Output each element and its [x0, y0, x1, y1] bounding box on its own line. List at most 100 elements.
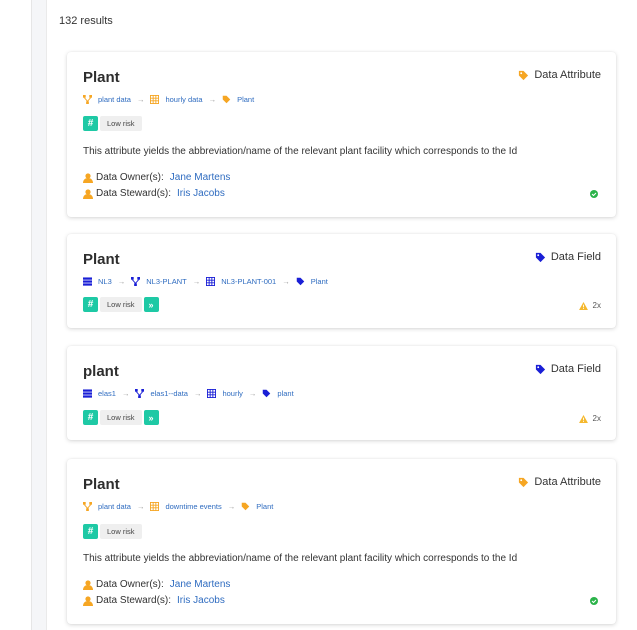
breadcrumb-item[interactable]: NL3-PLANT — [146, 277, 186, 286]
tag-icon — [296, 277, 304, 286]
check-circle-icon — [590, 190, 598, 198]
card-description: This attribute yields the abbreviation/n… — [83, 553, 518, 564]
breadcrumb-item[interactable]: downtime events — [165, 502, 221, 511]
data-owner: Data Owner(s): Jane Martens — [83, 172, 230, 183]
user-icon — [83, 172, 93, 183]
arrow-right-icon: → — [192, 277, 201, 286]
result-card[interactable]: plant Data Field elas1 → elas1--data → h… — [67, 346, 616, 440]
asset-type-label: Data Field — [550, 251, 601, 263]
breadcrumb-item[interactable]: hourly — [222, 389, 242, 398]
arrow-right-icon: → — [136, 502, 145, 511]
schema-icon — [83, 502, 92, 511]
tag-list: # Low risk — [83, 116, 142, 131]
card-title[interactable]: Plant — [83, 251, 120, 268]
breadcrumb-item[interactable]: plant data — [98, 502, 131, 511]
card-title[interactable]: Plant — [83, 69, 120, 86]
steward-label: Data Steward(s): — [96, 595, 172, 606]
data-steward: Data Steward(s): Iris Jacobs — [83, 595, 225, 606]
breadcrumb-item[interactable]: hourly data — [165, 95, 202, 104]
hash-icon: # — [83, 116, 98, 131]
schema-icon — [83, 95, 92, 104]
asset-type-label: Data Attribute — [534, 476, 601, 488]
asset-type: Data Attribute — [518, 476, 601, 488]
breadcrumb-item[interactable]: elas1--data — [150, 389, 188, 398]
warning-indicator[interactable]: 2x — [578, 301, 601, 310]
owner-link[interactable]: Jane Martens — [170, 579, 231, 590]
table-icon — [150, 502, 160, 511]
card-title[interactable]: plant — [83, 363, 119, 380]
asset-type-label: Data Field — [550, 363, 601, 375]
arrow-right-icon: → — [282, 277, 290, 286]
table-icon — [207, 389, 217, 398]
asset-type-label: Data Attribute — [534, 69, 601, 81]
steward-label: Data Steward(s): — [96, 188, 172, 199]
card-description: This attribute yields the abbreviation/n… — [83, 146, 518, 157]
table-icon — [150, 95, 160, 104]
asset-type: Data Field — [535, 251, 601, 263]
hash-icon: # — [83, 524, 98, 539]
arrow-right-icon: → — [193, 389, 202, 398]
tag-icon — [241, 502, 250, 511]
breadcrumb-item[interactable]: Plant — [237, 95, 254, 104]
risk-badge: Low risk — [100, 524, 142, 539]
warning-icon — [578, 301, 588, 310]
risk-badge: Low risk — [100, 410, 142, 425]
steward-link[interactable]: Iris Jacobs — [177, 188, 225, 199]
arrow-right-icon: → — [136, 95, 145, 104]
table-icon — [206, 277, 216, 286]
data-owner: Data Owner(s): Jane Martens — [83, 579, 230, 590]
asset-type: Data Field — [535, 363, 601, 375]
tag-icon — [535, 252, 545, 262]
tag-list: # Low risk » — [83, 297, 159, 312]
more-tags-button[interactable]: » — [143, 297, 159, 312]
breadcrumb: elas1 → elas1--data → hourly → plant — [83, 389, 294, 398]
breadcrumb: plant data → hourly data → Plant — [83, 95, 254, 104]
result-card[interactable]: Plant Data Attribute plant data → downti… — [67, 459, 616, 624]
owner-link[interactable]: Jane Martens — [170, 172, 231, 183]
check-circle-icon — [590, 597, 598, 605]
result-card[interactable]: Plant Data Field NL3 → NL3-PLANT → NL3-P… — [67, 234, 616, 328]
warning-count: 2x — [592, 301, 601, 310]
breadcrumb-item[interactable]: plant data — [98, 95, 131, 104]
steward-link[interactable]: Iris Jacobs — [177, 595, 225, 606]
result-card[interactable]: Plant Data Attribute plant data → hourly… — [67, 52, 616, 217]
warning-indicator[interactable]: 2x — [578, 414, 601, 423]
warning-count: 2x — [592, 414, 601, 423]
hash-icon: # — [83, 297, 98, 312]
breadcrumb-item[interactable]: elas1 — [98, 389, 116, 398]
breadcrumb-item[interactable]: Plant — [256, 502, 273, 511]
tag-icon — [535, 364, 545, 374]
breadcrumb-item[interactable]: plant — [277, 389, 293, 398]
more-tags-button[interactable]: » — [143, 410, 159, 425]
card-title[interactable]: Plant — [83, 476, 120, 493]
risk-badge: Low risk — [100, 297, 142, 312]
arrow-right-icon: → — [121, 389, 130, 398]
database-icon — [83, 389, 92, 398]
hash-icon: # — [83, 410, 98, 425]
risk-badge: Low risk — [100, 116, 142, 131]
user-icon — [83, 579, 93, 590]
arrow-right-icon: → — [208, 95, 217, 104]
database-icon — [83, 277, 92, 286]
arrow-right-icon: → — [227, 502, 236, 511]
arrow-right-icon: → — [248, 389, 257, 398]
owner-label: Data Owner(s): — [96, 579, 164, 590]
data-steward: Data Steward(s): Iris Jacobs — [83, 188, 225, 199]
breadcrumb-item[interactable]: Plant — [311, 277, 328, 286]
schema-icon — [131, 277, 141, 286]
warning-icon — [578, 414, 588, 423]
breadcrumb-item[interactable]: NL3-PLANT-001 — [221, 277, 276, 286]
asset-type: Data Attribute — [518, 69, 601, 81]
tag-icon — [222, 95, 231, 104]
tag-list: # Low risk — [83, 524, 142, 539]
breadcrumb-item[interactable]: NL3 — [98, 277, 112, 286]
arrow-right-icon: → — [117, 277, 126, 286]
breadcrumb: plant data → downtime events → Plant — [83, 502, 273, 511]
tag-list: # Low risk » — [83, 410, 159, 425]
left-sidebar — [0, 0, 32, 630]
user-icon — [83, 188, 93, 199]
tag-icon — [519, 70, 529, 80]
results-count: 132 results — [59, 15, 113, 27]
user-icon — [83, 595, 93, 606]
breadcrumb: NL3 → NL3-PLANT → NL3-PLANT-001 → Plant — [83, 277, 328, 286]
